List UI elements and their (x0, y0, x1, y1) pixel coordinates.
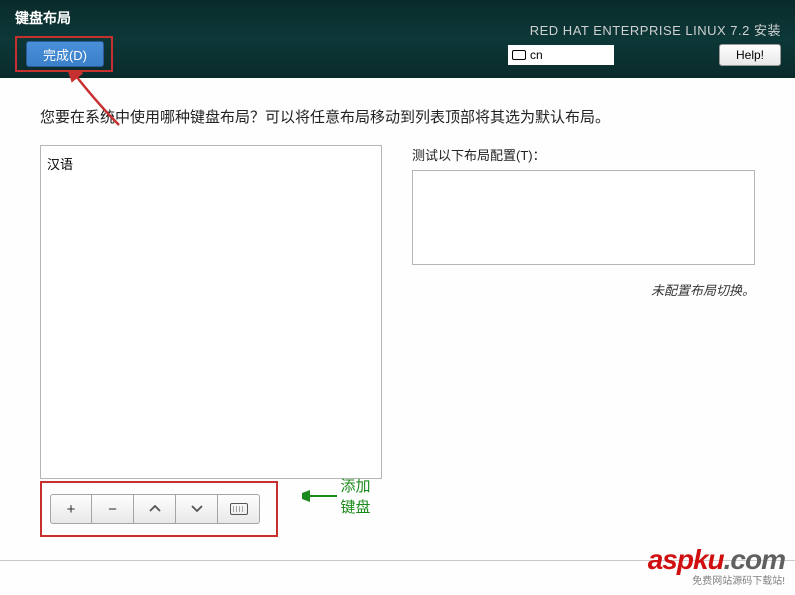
header-right: RED HAT ENTERPRISE LINUX 7.2 安装 (530, 20, 781, 39)
no-switch-config-text: 未配置布局切换。 (412, 280, 755, 299)
green-arrow-icon (302, 489, 337, 503)
toolbar-highlight: + − (40, 481, 278, 537)
remove-layout-button[interactable]: − (92, 494, 134, 524)
show-keyboard-button[interactable] (218, 494, 260, 524)
content-area: 您要在系统中使用哪种键盘布局？可以将任意布局移动到列表顶部将其选为默认布局。 汉… (0, 78, 795, 537)
prompt-text: 您要在系统中使用哪种键盘布局？可以将任意布局移动到列表顶部将其选为默认布局。 (40, 106, 755, 127)
add-layout-button[interactable]: + (50, 494, 92, 524)
plus-icon: + (67, 501, 76, 518)
main-columns: 汉语 + − (40, 145, 755, 537)
move-down-button[interactable] (176, 494, 218, 524)
watermark-brand-suffix: .com (724, 544, 785, 575)
keyboard-icon (230, 503, 248, 515)
right-column: 测试以下布局配置(T)： 未配置布局切换。 选项(O) (412, 145, 755, 299)
help-button[interactable]: Help! (719, 44, 781, 66)
green-arrow-annotation: 添加键盘 (302, 475, 382, 517)
left-column: 汉语 + − (40, 145, 382, 537)
language-code: cn (530, 48, 543, 62)
keyboard-small-icon (512, 50, 526, 60)
watermark-brand-red: aspku (648, 544, 724, 575)
product-label: RED HAT ENTERPRISE LINUX 7.2 安装 (530, 20, 781, 39)
layout-toolbar: + − (50, 494, 260, 524)
add-keyboard-label: 添加键盘 (341, 475, 382, 517)
done-button-highlight: 完成(D) (15, 36, 113, 72)
list-item[interactable]: 汉语 (45, 152, 377, 175)
red-arrow-annotation-icon (64, 70, 134, 130)
done-button[interactable]: 完成(D) (26, 41, 104, 67)
test-input[interactable] (412, 170, 755, 265)
move-up-button[interactable] (134, 494, 176, 524)
header-row-2: cn Help! (508, 44, 781, 66)
keyboard-layout-list[interactable]: 汉语 (40, 145, 382, 479)
chevron-up-icon (149, 505, 161, 513)
chevron-down-icon (191, 505, 203, 513)
minus-icon: − (108, 501, 117, 518)
header-bar: 键盘布局 完成(D) RED HAT ENTERPRISE LINUX 7.2 … (0, 0, 795, 78)
watermark: aspku.com 免费网站源码下载站! (648, 544, 785, 587)
test-label: 测试以下布局配置(T)： (412, 145, 755, 164)
language-indicator[interactable]: cn (508, 45, 614, 65)
